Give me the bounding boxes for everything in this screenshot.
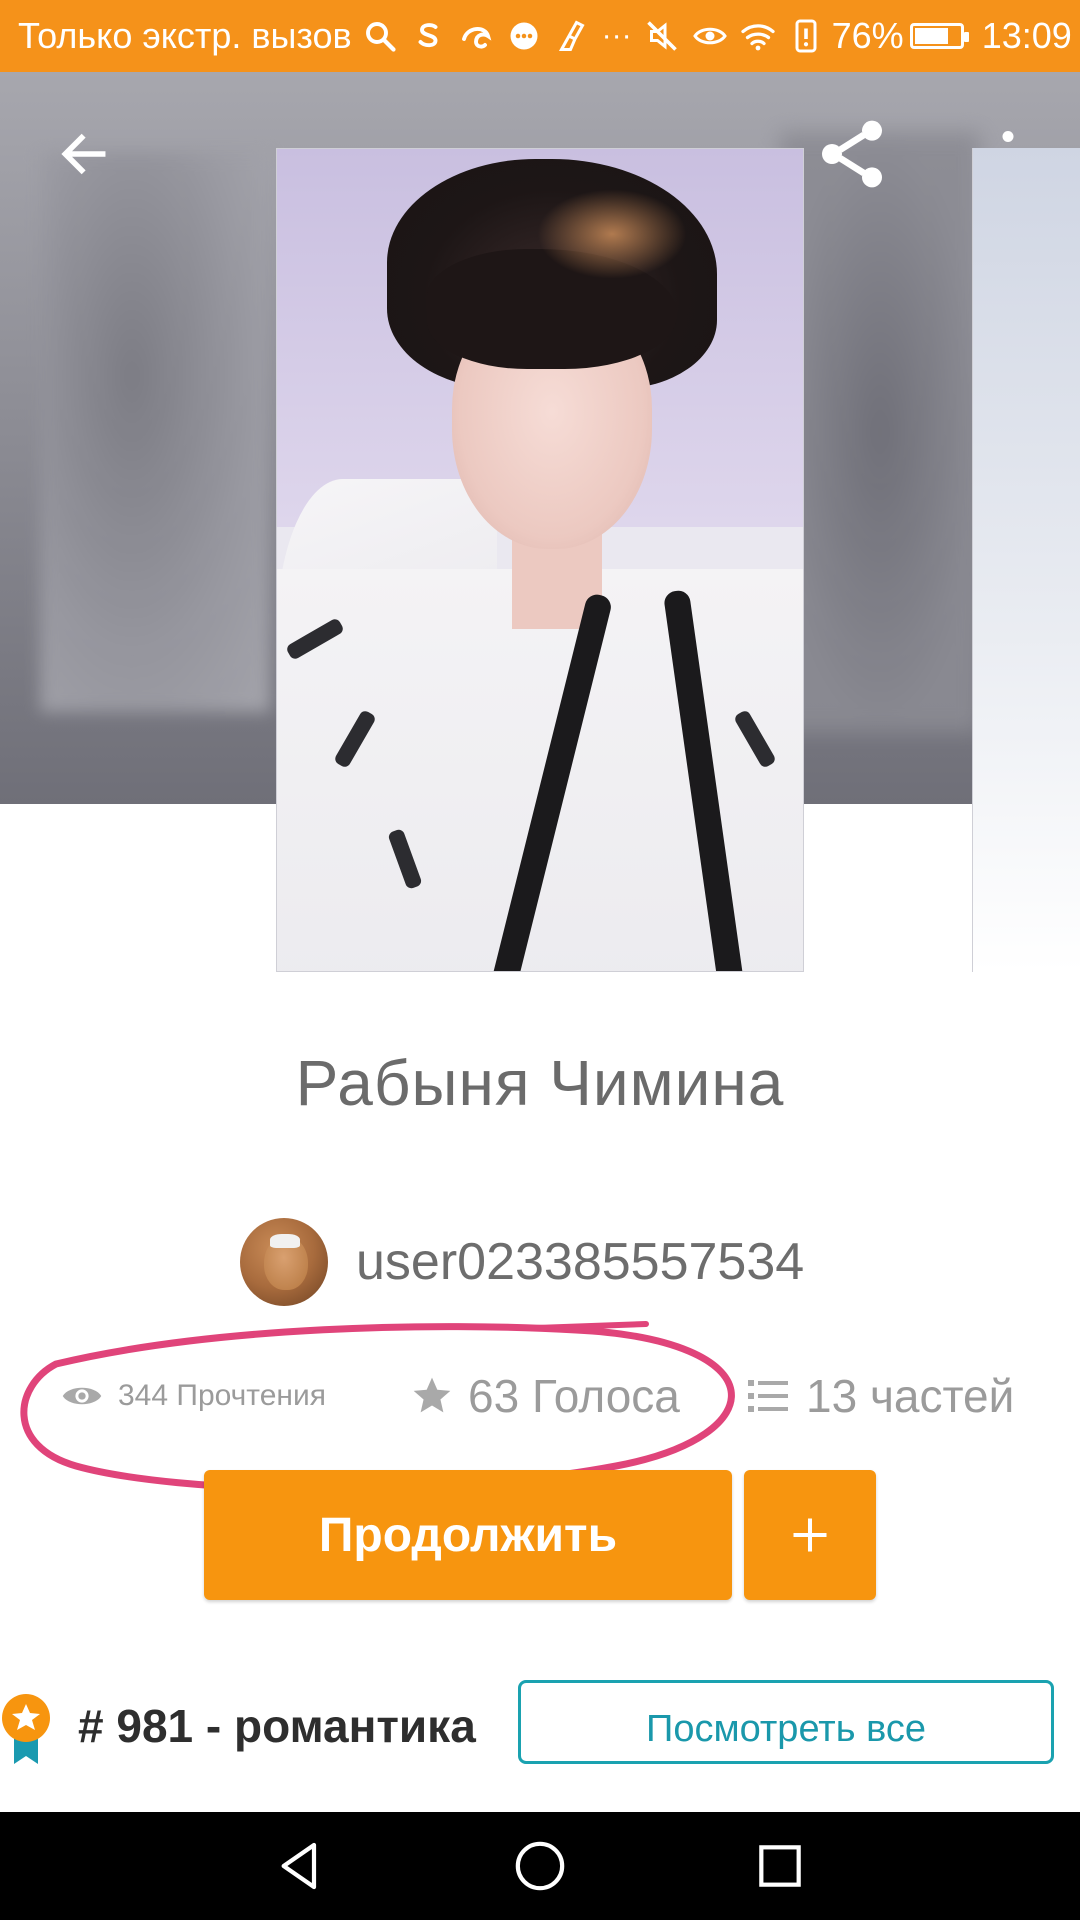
parts-stat[interactable]: 13 частей xyxy=(744,1360,1014,1432)
cleaner-icon xyxy=(558,20,585,51)
battery-percent: 76% xyxy=(831,15,904,56)
nav-home-button[interactable] xyxy=(500,1826,580,1906)
add-to-library-button[interactable] xyxy=(744,1470,876,1600)
alert-icon xyxy=(795,19,817,53)
author-row[interactable]: user023385557534 xyxy=(240,1218,804,1306)
votes-stat: 63 Голоса xyxy=(410,1360,680,1432)
next-cover-preview[interactable] xyxy=(972,148,1080,972)
circle-home-icon xyxy=(515,1841,565,1891)
reads-count: 344 Прочтения xyxy=(118,1379,326,1412)
star-icon xyxy=(413,1377,451,1413)
plus-icon xyxy=(793,1518,827,1552)
clock: 13:09 xyxy=(981,15,1072,56)
share-icon xyxy=(822,120,882,188)
more-notifications-indicator: ··· xyxy=(601,19,632,52)
story-cover-image[interactable] xyxy=(276,148,804,972)
author-username[interactable]: user023385557534 xyxy=(356,1232,804,1292)
square-recents-icon xyxy=(759,1845,801,1887)
nav-back-button[interactable] xyxy=(260,1826,340,1906)
search-icon xyxy=(365,22,396,52)
app-s-icon xyxy=(418,23,438,48)
eye-icon xyxy=(62,1387,102,1405)
triangle-back-icon xyxy=(281,1842,317,1890)
author-avatar[interactable] xyxy=(240,1218,328,1306)
battery-icon xyxy=(904,23,969,49)
mute-icon xyxy=(646,21,677,51)
view-all-rankings-button[interactable]: Посмотреть все xyxy=(518,1680,1054,1764)
ranking-row: # 981 - романтика xyxy=(0,1680,476,1772)
share-button[interactable] xyxy=(810,112,894,196)
eye-comfort-icon xyxy=(692,27,727,45)
back-button[interactable] xyxy=(42,112,126,196)
votes-count: 63 Голоса xyxy=(468,1370,680,1422)
carrier-label: Только экстр. вызов xyxy=(18,15,352,56)
continue-reading-button[interactable]: Продолжить xyxy=(204,1470,732,1600)
ranking-text: # 981 - романтика xyxy=(78,1700,476,1752)
arrow-left-icon xyxy=(61,133,106,175)
ranking-badge-icon xyxy=(2,1694,50,1764)
status-bar: Только экстр. вызов ··· 76% 13:09 xyxy=(0,0,1080,72)
story-title: Рабыня Чимина xyxy=(295,1047,785,1119)
reads-stat: 344 Прочтения xyxy=(60,1360,326,1432)
parts-count: 13 частей xyxy=(806,1370,1015,1422)
list-icon xyxy=(748,1380,788,1412)
system-navigation-bar xyxy=(0,1812,1080,1920)
nav-recents-button[interactable] xyxy=(740,1826,820,1906)
notification-icons: ··· xyxy=(362,18,824,54)
wifi-icon xyxy=(740,24,775,51)
story-stats: 344 Прочтения 63 Голоса 13 частей xyxy=(0,1360,1080,1432)
chat-icon xyxy=(510,22,538,50)
app-swirl-icon xyxy=(461,27,491,49)
